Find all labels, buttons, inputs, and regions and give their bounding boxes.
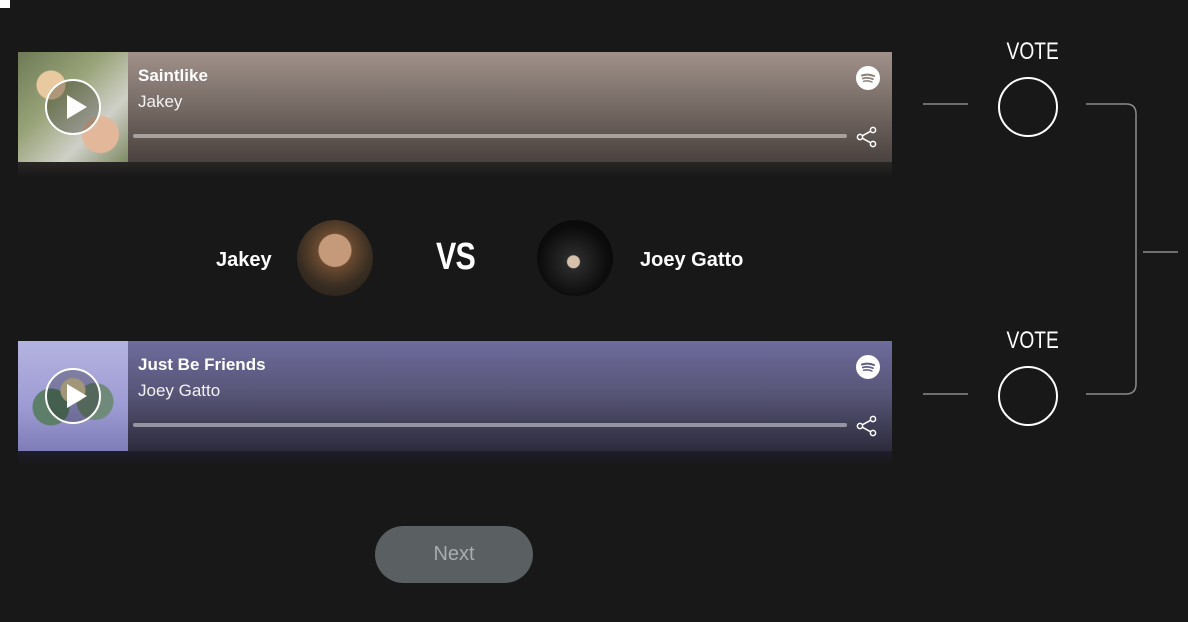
vote-button[interactable] — [998, 366, 1058, 426]
vote-label: VOTE — [1006, 327, 1059, 354]
vote-label: VOTE — [1006, 38, 1059, 65]
vote-button[interactable] — [998, 77, 1058, 137]
next-button[interactable]: Next — [375, 526, 533, 583]
